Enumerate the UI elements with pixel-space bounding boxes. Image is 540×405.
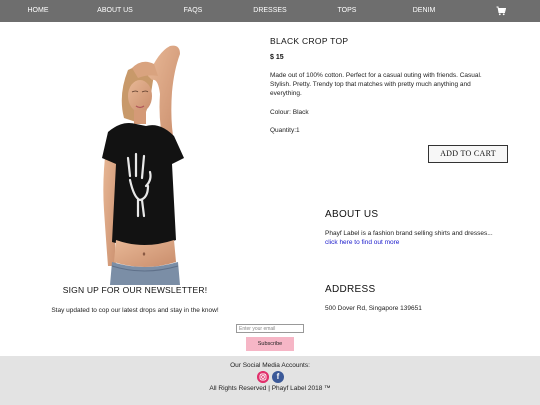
top-navigation-bar: HOME ABOUT US FAQS DRESSES TOPS DENIM [0,0,540,22]
newsletter-heading: SIGN UP FOR OUR NEWSLETTER! [62,285,208,295]
about-heading: ABOUT US [325,209,379,220]
add-to-cart-button[interactable]: ADD TO CART [428,145,508,163]
nav-dresses[interactable]: DRESSES [248,0,292,22]
about-more-link[interactable]: click here to find out more [325,239,399,246]
nav-denim[interactable]: DENIM [406,0,442,22]
product-model-photo [102,45,184,285]
nav-faqs[interactable]: FAQS [176,0,210,22]
product-title: BLACK CROP TOP [270,36,349,46]
product-quantity: Quantity:1 [270,127,300,134]
instagram-icon[interactable] [257,371,269,383]
nav-about-us[interactable]: ABOUT US [92,0,138,22]
product-description: Made out of 100% cotton. Perfect for a c… [270,72,482,97]
newsletter-text: Stay updated to cop our latest drops and… [51,307,219,314]
facebook-icon[interactable]: f [272,371,284,383]
address-heading: ADDRESS [325,284,376,295]
social-media-label: Our Social Media Accounts: [230,362,310,369]
product-price: $ 15 [270,54,284,61]
copyright-text: All Rights Reserved | Phayf Label 2018 ™ [209,385,331,392]
email-input[interactable] [236,324,304,333]
product-colour: Colour: Black [270,109,309,116]
nav-tops[interactable]: TOPS [330,0,364,22]
cart-icon[interactable] [496,6,506,16]
subscribe-button[interactable]: Subscribe [246,337,294,351]
nav-home[interactable]: HOME [18,0,58,22]
address-text: 500 Dover Rd, Singapore 139651 [325,305,422,312]
about-text: Phayf Label is a fashion brand selling s… [325,230,493,237]
footer: Our Social Media Accounts: f All Rights … [0,356,540,405]
